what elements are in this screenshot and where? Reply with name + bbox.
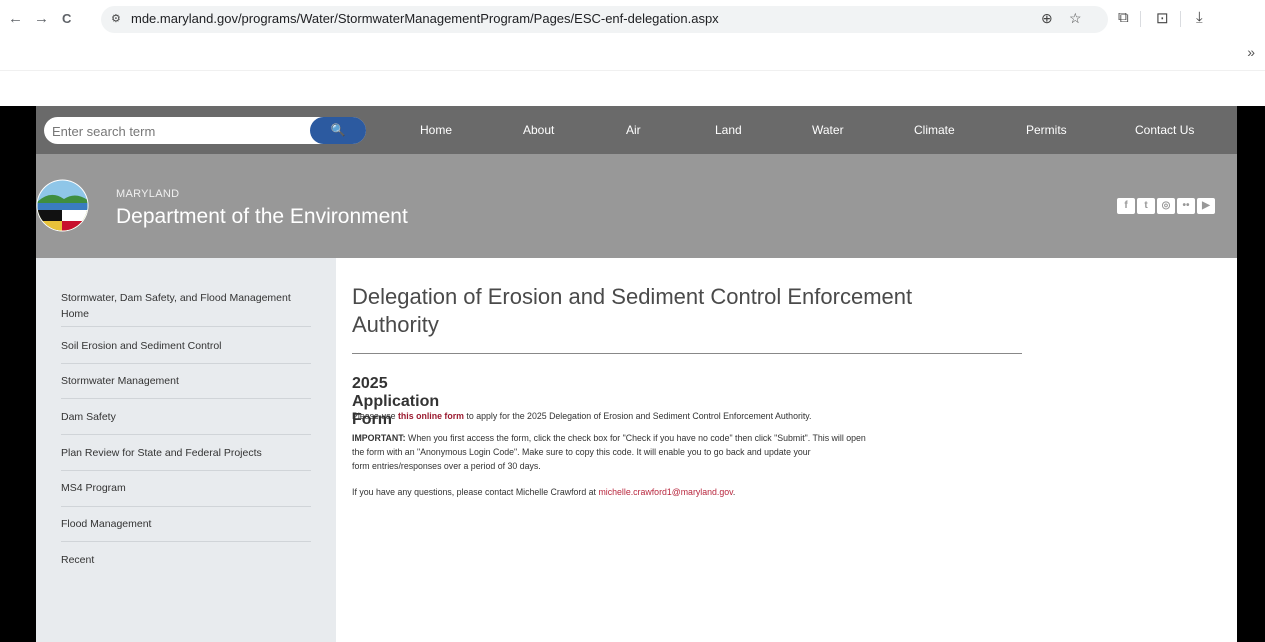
important-paragraph: IMPORTANT: When you first access the for… [352,431,1052,473]
sidebar-divider [61,398,311,399]
site-nav-bar: 🔍 Home About Air Land Water Climate Perm… [36,106,1237,154]
zoom-icon[interactable]: ⊕ [1041,10,1053,27]
site-banner: MARYLAND Department of the Environment [36,154,1237,258]
sidebar-item-flood-management[interactable]: Flood Management [61,516,311,532]
sidebar-divider [61,326,311,327]
sidebar-divider [61,506,311,507]
intro-text: Please use [352,411,398,421]
youtube-icon[interactable]: ▶ [1197,198,1215,214]
letterbox-right [1237,106,1265,642]
nav-air[interactable]: Air [626,123,641,137]
search-icon: 🔍 [330,123,346,137]
sidebar-divider [61,434,311,435]
nav-land[interactable]: Land [715,123,742,137]
bookmark-star-icon[interactable]: ☆ [1069,10,1082,27]
reload-icon[interactable]: C [62,11,71,26]
search-box: 🔍 [44,117,366,144]
nav-contact-us[interactable]: Contact Us [1135,123,1194,137]
state-label: MARYLAND [116,188,180,200]
important-line-2: the form with an "Anonymous Login Code".… [352,447,811,457]
address-bar[interactable]: ⚙ mde.maryland.gov/programs/Water/Stormw… [101,6,1108,33]
facebook-icon[interactable]: f [1117,198,1135,214]
page-title: Delegation of Erosion and Sediment Contr… [352,284,913,337]
nav-water[interactable]: Water [812,123,844,137]
search-input[interactable] [50,120,304,142]
twitter-icon[interactable]: t [1137,198,1155,214]
intro-text-end: to apply for the 2025 Delegation of Eros… [463,411,812,421]
browser-toolbar: ← → C ⚙ mde.maryland.gov/programs/Water/… [0,0,1265,38]
reading-mode-icon[interactable]: ⊡ [1156,9,1169,27]
sidebar-divider [61,363,311,364]
sidebar-item-soil-erosion[interactable]: Soil Erosion and Sediment Control [61,338,311,354]
contact-text-end: . [732,487,736,497]
intro-paragraph: Please use this online form to apply for… [352,409,1052,423]
sidebar-divider [61,470,311,471]
back-icon[interactable]: ← [8,10,23,27]
url-text[interactable]: mde.maryland.gov/programs/Water/Stormwat… [131,11,719,26]
sidebar-item-recent[interactable]: Recent [61,552,311,568]
mde-logo-icon[interactable] [36,179,89,232]
nav-about[interactable]: About [523,123,554,137]
sidebar-item-stormwater-management[interactable]: Stormwater Management [61,373,311,389]
search-button[interactable]: 🔍 [310,117,366,144]
contact-paragraph: If you have any questions, please contac… [352,485,1052,499]
nav-climate[interactable]: Climate [914,123,955,137]
important-line-1: When you first access the form, click th… [405,433,866,443]
extensions-icon[interactable]: ⧉ [1118,9,1129,26]
contact-text: If you have any questions, please contac… [352,487,599,497]
toolbar-divider [1180,11,1181,27]
letterbox-left [0,106,36,642]
sidebar-item-dam-safety[interactable]: Dam Safety [61,409,311,425]
sidebar-divider [61,541,311,542]
bookmarks-chevron-icon[interactable]: » [1247,44,1255,60]
site-info-icon[interactable]: ⚙ [111,12,121,25]
forward-icon[interactable]: → [34,10,49,27]
important-line-3: form entries/responses over a period of … [352,461,541,471]
bookmarks-bar: » [0,38,1265,71]
title-divider [352,353,1022,354]
important-label: IMPORTANT: [352,433,406,443]
instagram-icon[interactable]: ◎ [1157,198,1175,214]
department-title[interactable]: Department of the Environment [116,205,408,229]
toolbar-divider [1140,11,1141,27]
sidebar-item-ms4[interactable]: MS4 Program [61,480,311,496]
online-form-link[interactable]: this online form [398,411,464,421]
sidebar: Stormwater, Dam Safety, and Flood Manage… [36,258,336,642]
sidebar-item-plan-review[interactable]: Plan Review for State and Federal Projec… [61,445,311,461]
sidebar-item-stormwater-home[interactable]: Stormwater, Dam Safety, and Flood Manage… [61,290,311,322]
web-page: 🔍 Home About Air Land Water Climate Perm… [36,106,1237,642]
download-icon[interactable]: ⤓ [1196,9,1203,26]
nav-home[interactable]: Home [420,123,452,137]
nav-permits[interactable]: Permits [1026,123,1067,137]
flickr-icon[interactable]: •• [1177,198,1195,214]
contact-email-link[interactable]: michelle.crawford1@maryland.gov [598,487,732,497]
